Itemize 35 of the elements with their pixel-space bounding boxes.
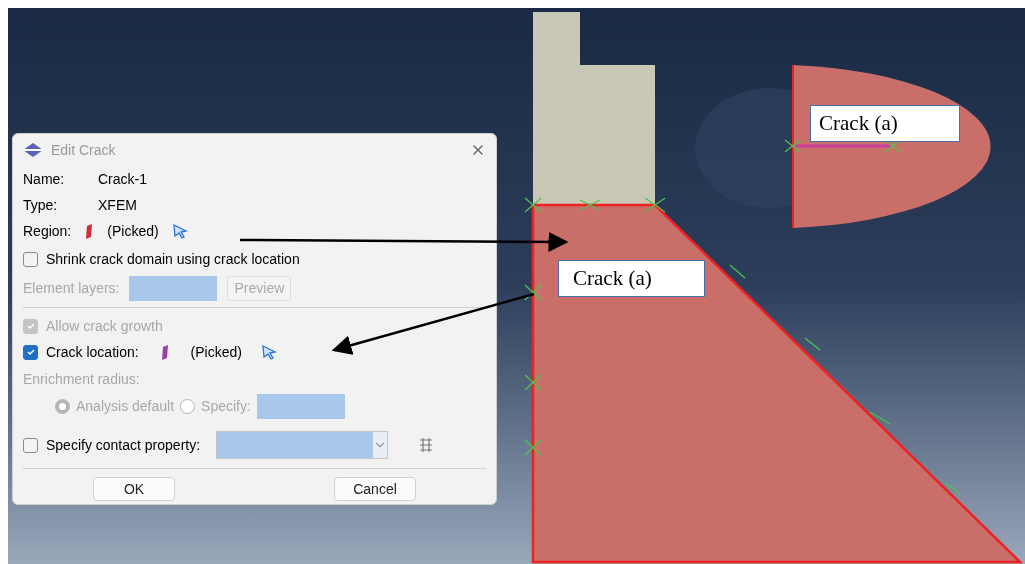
field-value: XFEM [98,195,137,215]
field-value: (Picked) [107,221,159,241]
face-icon [160,344,169,360]
checkbox-label: Specify contact property: [46,435,201,455]
field-label: Region: [23,221,72,241]
checkbox[interactable] [23,251,38,267]
input-field[interactable] [129,275,218,301]
field-label: Element layers: [23,278,120,298]
chevron-down-icon [373,432,388,458]
dropdown[interactable] [216,431,389,459]
checkbox[interactable] [23,344,38,360]
radio-label: Analysis default [76,396,175,416]
app-icon [23,143,43,157]
list-icon[interactable] [418,437,435,453]
checkbox-label: Allow crack growth [46,316,163,336]
field-value: Crack-1 [98,169,147,189]
field-label: Name: [23,169,66,189]
section-label: Enrichment radius: [23,369,140,389]
checkbox[interactable] [23,437,38,453]
check-icon [25,347,36,357]
dialog-button[interactable]: OK [93,477,175,501]
checkbox-label: Shrink crack domain using crack location [46,249,300,269]
face-icon [85,223,94,239]
check-icon [25,321,36,331]
field-label: Type: [23,195,59,215]
input-field[interactable] [256,393,345,419]
radio-label: Specify: [201,396,251,416]
checkbox-label: Crack location: [46,342,139,362]
field-value: (Picked) [190,342,242,362]
cursor-arrow-icon[interactable] [172,223,188,239]
dialog-button[interactable]: Cancel [334,477,416,501]
annotation-label: Crack (a) [558,260,705,297]
annotation-label: Crack (a) [810,105,960,142]
window-title: Edit Crack [51,140,117,160]
cursor-arrow-icon[interactable] [261,344,277,360]
